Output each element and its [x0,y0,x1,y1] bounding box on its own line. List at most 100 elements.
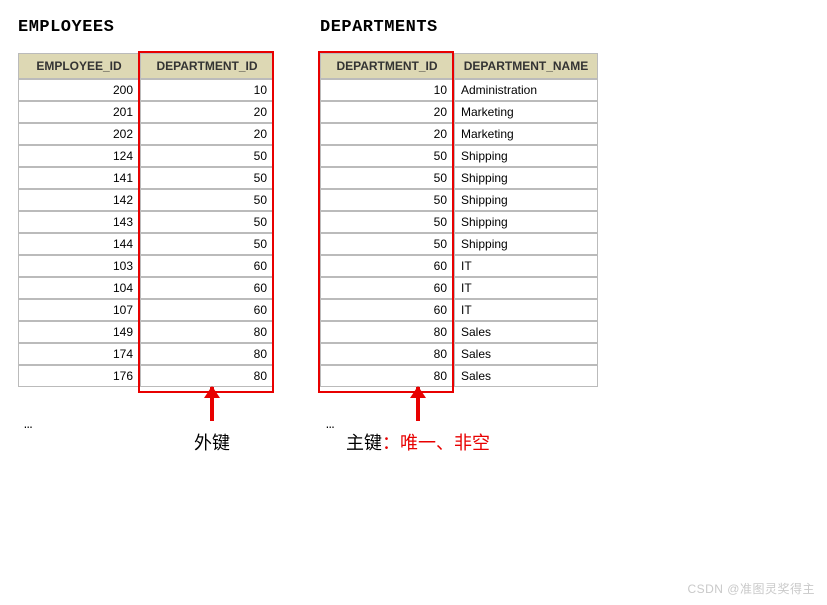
cell-department-id: 20 [140,123,274,145]
cell-department-id: 80 [140,365,274,387]
table-row: 50Shipping [320,189,598,211]
table-row: 80Sales [320,365,598,387]
table-row: 12450 [18,145,274,167]
watermark-text: CSDN @准图灵奖得主 [687,580,815,597]
cell-department-name: Shipping [454,145,598,167]
cell-department-name: Marketing [454,101,598,123]
cell-department-name: Marketing [454,123,598,145]
cell-department-id: 50 [140,233,274,255]
col-employee-id: EMPLOYEE_ID [18,53,140,79]
cell-department-name: Shipping [454,211,598,233]
table-row: 10360 [18,255,274,277]
table-row: 60IT [320,299,598,321]
cell-department-id: 80 [320,321,454,343]
cell-employee-id: 174 [18,343,140,365]
table-row: 10760 [18,299,274,321]
cell-employee-id: 124 [18,145,140,167]
employees-block: EMPLOYEES EMPLOYEE_ID DEPARTMENT_ID 2001… [18,18,280,455]
cell-department-name: Administration [454,79,598,101]
col-department-name: DEPARTMENT_NAME [454,53,598,79]
cell-department-id: 60 [140,299,274,321]
foreign-key-label: 外键 [194,429,230,455]
departments-below: … 主键：唯一、非空 [320,387,598,455]
cell-department-name: Sales [454,343,598,365]
cell-department-id: 60 [320,299,454,321]
table-row: 20010 [18,79,274,101]
cell-department-id: 20 [320,101,454,123]
arrow-icon [416,387,420,421]
cell-employee-id: 149 [18,321,140,343]
cell-department-id: 10 [320,79,454,101]
cell-employee-id: 201 [18,101,140,123]
cell-department-id: 60 [320,277,454,299]
table-row: 14350 [18,211,274,233]
departments-table-wrap: DEPARTMENT_ID DEPARTMENT_NAME 10Administ… [320,53,598,387]
cell-employee-id: 104 [18,277,140,299]
cell-department-id: 60 [320,255,454,277]
table-row: 50Shipping [320,167,598,189]
cell-employee-id: 143 [18,211,140,233]
cell-employee-id: 200 [18,79,140,101]
cell-employee-id: 202 [18,123,140,145]
cell-department-id: 50 [320,167,454,189]
cell-department-name: Sales [454,321,598,343]
cell-employee-id: 103 [18,255,140,277]
cell-employee-id: 142 [18,189,140,211]
cell-department-id: 50 [320,233,454,255]
employees-table-wrap: EMPLOYEE_ID DEPARTMENT_ID 20010201202022… [18,53,280,387]
col-department-id: DEPARTMENT_ID [140,53,274,79]
table-row: 60IT [320,255,598,277]
cell-employee-id: 176 [18,365,140,387]
employees-table: EMPLOYEE_ID DEPARTMENT_ID 20010201202022… [18,53,274,387]
table-row: 60IT [320,277,598,299]
primary-key-text: 主键 [346,433,382,453]
cell-department-id: 80 [140,343,274,365]
cell-department-name: IT [454,255,598,277]
table-row: 17680 [18,365,274,387]
table-row: 14450 [18,233,274,255]
cell-department-name: Shipping [454,233,598,255]
table-row: 17480 [18,343,274,365]
cell-department-id: 80 [320,343,454,365]
table-row: 80Sales [320,343,598,365]
cell-department-name: Shipping [454,189,598,211]
cell-department-id: 20 [140,101,274,123]
cell-department-id: 50 [140,189,274,211]
cell-department-name: Shipping [454,167,598,189]
table-row: 80Sales [320,321,598,343]
cell-department-id: 50 [140,211,274,233]
table-row: 50Shipping [320,211,598,233]
departments-title: DEPARTMENTS [320,18,598,37]
table-row: 20Marketing [320,101,598,123]
cell-department-name: IT [454,299,598,321]
table-row: 10460 [18,277,274,299]
table-header-row: DEPARTMENT_ID DEPARTMENT_NAME [320,53,598,79]
ellipsis-text: … [18,417,144,433]
employees-below: … 外键 [18,387,280,455]
col-department-id: DEPARTMENT_ID [320,53,454,79]
table-row: 14980 [18,321,274,343]
departments-table: DEPARTMENT_ID DEPARTMENT_NAME 10Administ… [320,53,598,387]
cell-department-name: IT [454,277,598,299]
cell-department-id: 20 [320,123,454,145]
table-row: 14150 [18,167,274,189]
cell-department-id: 60 [140,277,274,299]
cell-department-id: 50 [140,145,274,167]
table-row: 20120 [18,101,274,123]
cell-department-id: 10 [140,79,274,101]
table-row: 20220 [18,123,274,145]
cell-department-id: 50 [140,167,274,189]
arrow-icon [210,387,214,421]
diagram-root: EMPLOYEES EMPLOYEE_ID DEPARTMENT_ID 2001… [18,18,817,455]
table-row: 14250 [18,189,274,211]
cell-department-id: 50 [320,211,454,233]
table-row: 20Marketing [320,123,598,145]
employees-title: EMPLOYEES [18,18,280,37]
cell-employee-id: 107 [18,299,140,321]
cell-employee-id: 144 [18,233,140,255]
cell-department-id: 50 [320,189,454,211]
table-row: 10Administration [320,79,598,101]
primary-key-extra: ：唯一、非空 [382,433,490,453]
table-header-row: EMPLOYEE_ID DEPARTMENT_ID [18,53,274,79]
table-row: 50Shipping [320,233,598,255]
